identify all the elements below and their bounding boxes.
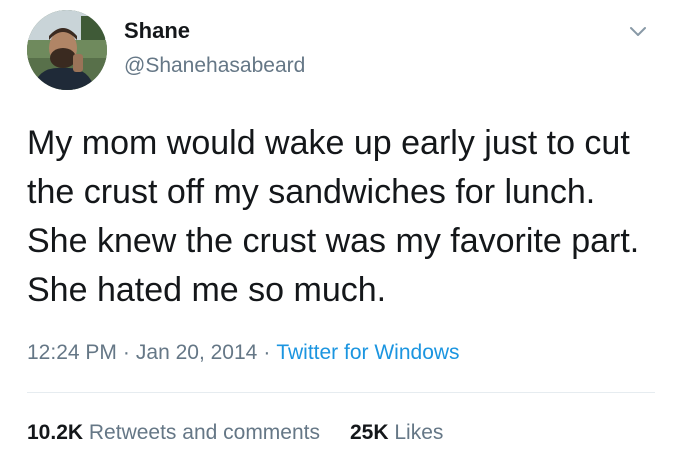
meta-separator: · (122, 341, 130, 364)
retweets-stat[interactable]: 10.2K Retweets and comments (27, 421, 320, 444)
user-handle[interactable]: @Shanehasabeard (124, 54, 305, 78)
profile-photo-icon (27, 10, 107, 90)
meta-separator: · (263, 341, 271, 364)
divider (27, 392, 655, 393)
avatar[interactable] (27, 10, 107, 90)
likes-label: Likes (394, 421, 444, 444)
likes-stat[interactable]: 25K Likes (350, 421, 443, 444)
retweets-count: 10.2K (27, 421, 84, 444)
likes-count: 25K (350, 421, 389, 444)
tweet-stats: 10.2K Retweets and comments 25K Likes (27, 421, 443, 445)
tweet-time[interactable]: 12:24 PM (27, 341, 117, 364)
chevron-down-icon[interactable] (628, 22, 648, 42)
display-name[interactable]: Shane (124, 18, 190, 44)
tweet-source-link[interactable]: Twitter for Windows (276, 341, 459, 364)
tweet-date[interactable]: Jan 20, 2014 (136, 341, 257, 364)
tweet-card: Shane @Shanehasabeard My mom would wake … (0, 0, 680, 466)
tweet-text: My mom would wake up early just to cut t… (27, 124, 640, 309)
tweet-meta: 12:24 PM · Jan 20, 2014 · Twitter for Window… (27, 341, 460, 365)
retweets-label: Retweets and comments (88, 421, 320, 444)
